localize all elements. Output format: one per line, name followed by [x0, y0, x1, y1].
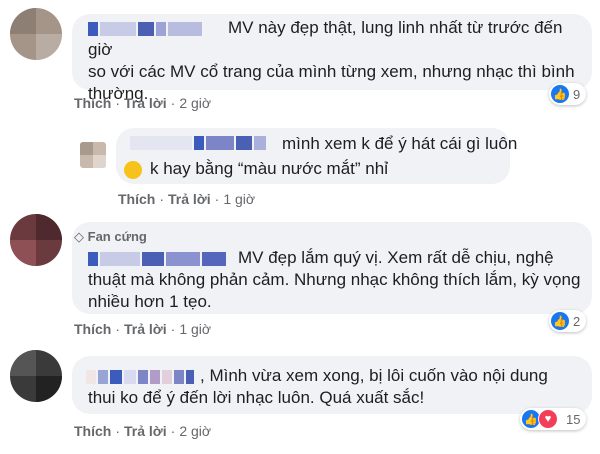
- comment-actions: Thích · Trả lời · 2 giờ: [74, 95, 212, 111]
- like-link[interactable]: Thích: [74, 321, 111, 337]
- avatar-pixel: [80, 142, 93, 155]
- comment-actions: Thích · Trả lời · 2 giờ: [74, 423, 212, 439]
- comment-actions: Thích · Trả lời · 1 giờ: [118, 191, 256, 207]
- comment-text: mình xem k để ý hát cái gì luôn: [282, 134, 518, 153]
- love-icon: ♥: [538, 409, 558, 429]
- comment-text: MV này đẹp thật, lung linh nhất từ trước…: [88, 18, 575, 103]
- reaction-count: 15: [566, 411, 581, 427]
- like-link[interactable]: Thích: [118, 191, 155, 207]
- avatar[interactable]: [80, 142, 106, 168]
- author-name-redacted[interactable]: [130, 136, 268, 150]
- avatar[interactable]: [10, 8, 62, 60]
- diamond-icon: ◇: [74, 229, 84, 244]
- like-icon: 👍: [551, 85, 569, 103]
- avatar-pixel: [10, 8, 36, 34]
- avatar[interactable]: [10, 214, 62, 266]
- reaction-summary[interactable]: 👍 9: [549, 83, 587, 105]
- comment-text: k hay bằng “màu nước mắt” nhỉ: [150, 159, 388, 178]
- reply-link[interactable]: Trả lời: [124, 423, 167, 439]
- avatar-pixel: [36, 34, 62, 60]
- avatar-pixel: [93, 155, 106, 168]
- reaction-summary[interactable]: 👍 ♥ 15: [520, 408, 587, 430]
- like-icon: 👍: [551, 312, 569, 330]
- reply-link[interactable]: Trả lời: [124, 321, 167, 337]
- reaction-summary[interactable]: 👍 2: [549, 310, 587, 332]
- avatar-pixel: [36, 214, 62, 240]
- avatar-pixel: [36, 376, 62, 402]
- reaction-count: 2: [573, 313, 581, 329]
- like-link[interactable]: Thích: [74, 95, 111, 111]
- laughing-emoji-icon: [124, 161, 142, 179]
- comment-actions: Thích · Trả lời · 1 giờ: [74, 321, 212, 337]
- comment-text: , Mình vừa xem xong, bị lôi cuốn vào nội…: [88, 366, 548, 407]
- avatar[interactable]: [10, 350, 62, 402]
- badge-label: Fan cứng: [87, 229, 147, 244]
- comment-time[interactable]: 1 giờ: [179, 321, 211, 337]
- comment-text: MV đẹp lắm quý vị. Xem rất dễ chịu, nghệ…: [88, 248, 581, 311]
- fan-badge: ◇ Fan cứng: [74, 229, 147, 245]
- reaction-count: 9: [573, 86, 581, 102]
- comment-time[interactable]: 2 giờ: [179, 95, 211, 111]
- reply-link[interactable]: Trả lời: [124, 95, 167, 111]
- avatar-pixel: [10, 350, 36, 376]
- comment-time[interactable]: 1 giờ: [223, 191, 255, 207]
- comment-time[interactable]: 2 giờ: [179, 423, 211, 439]
- like-link[interactable]: Thích: [74, 423, 111, 439]
- reply-link[interactable]: Trả lời: [168, 191, 211, 207]
- avatar-pixel: [10, 240, 36, 266]
